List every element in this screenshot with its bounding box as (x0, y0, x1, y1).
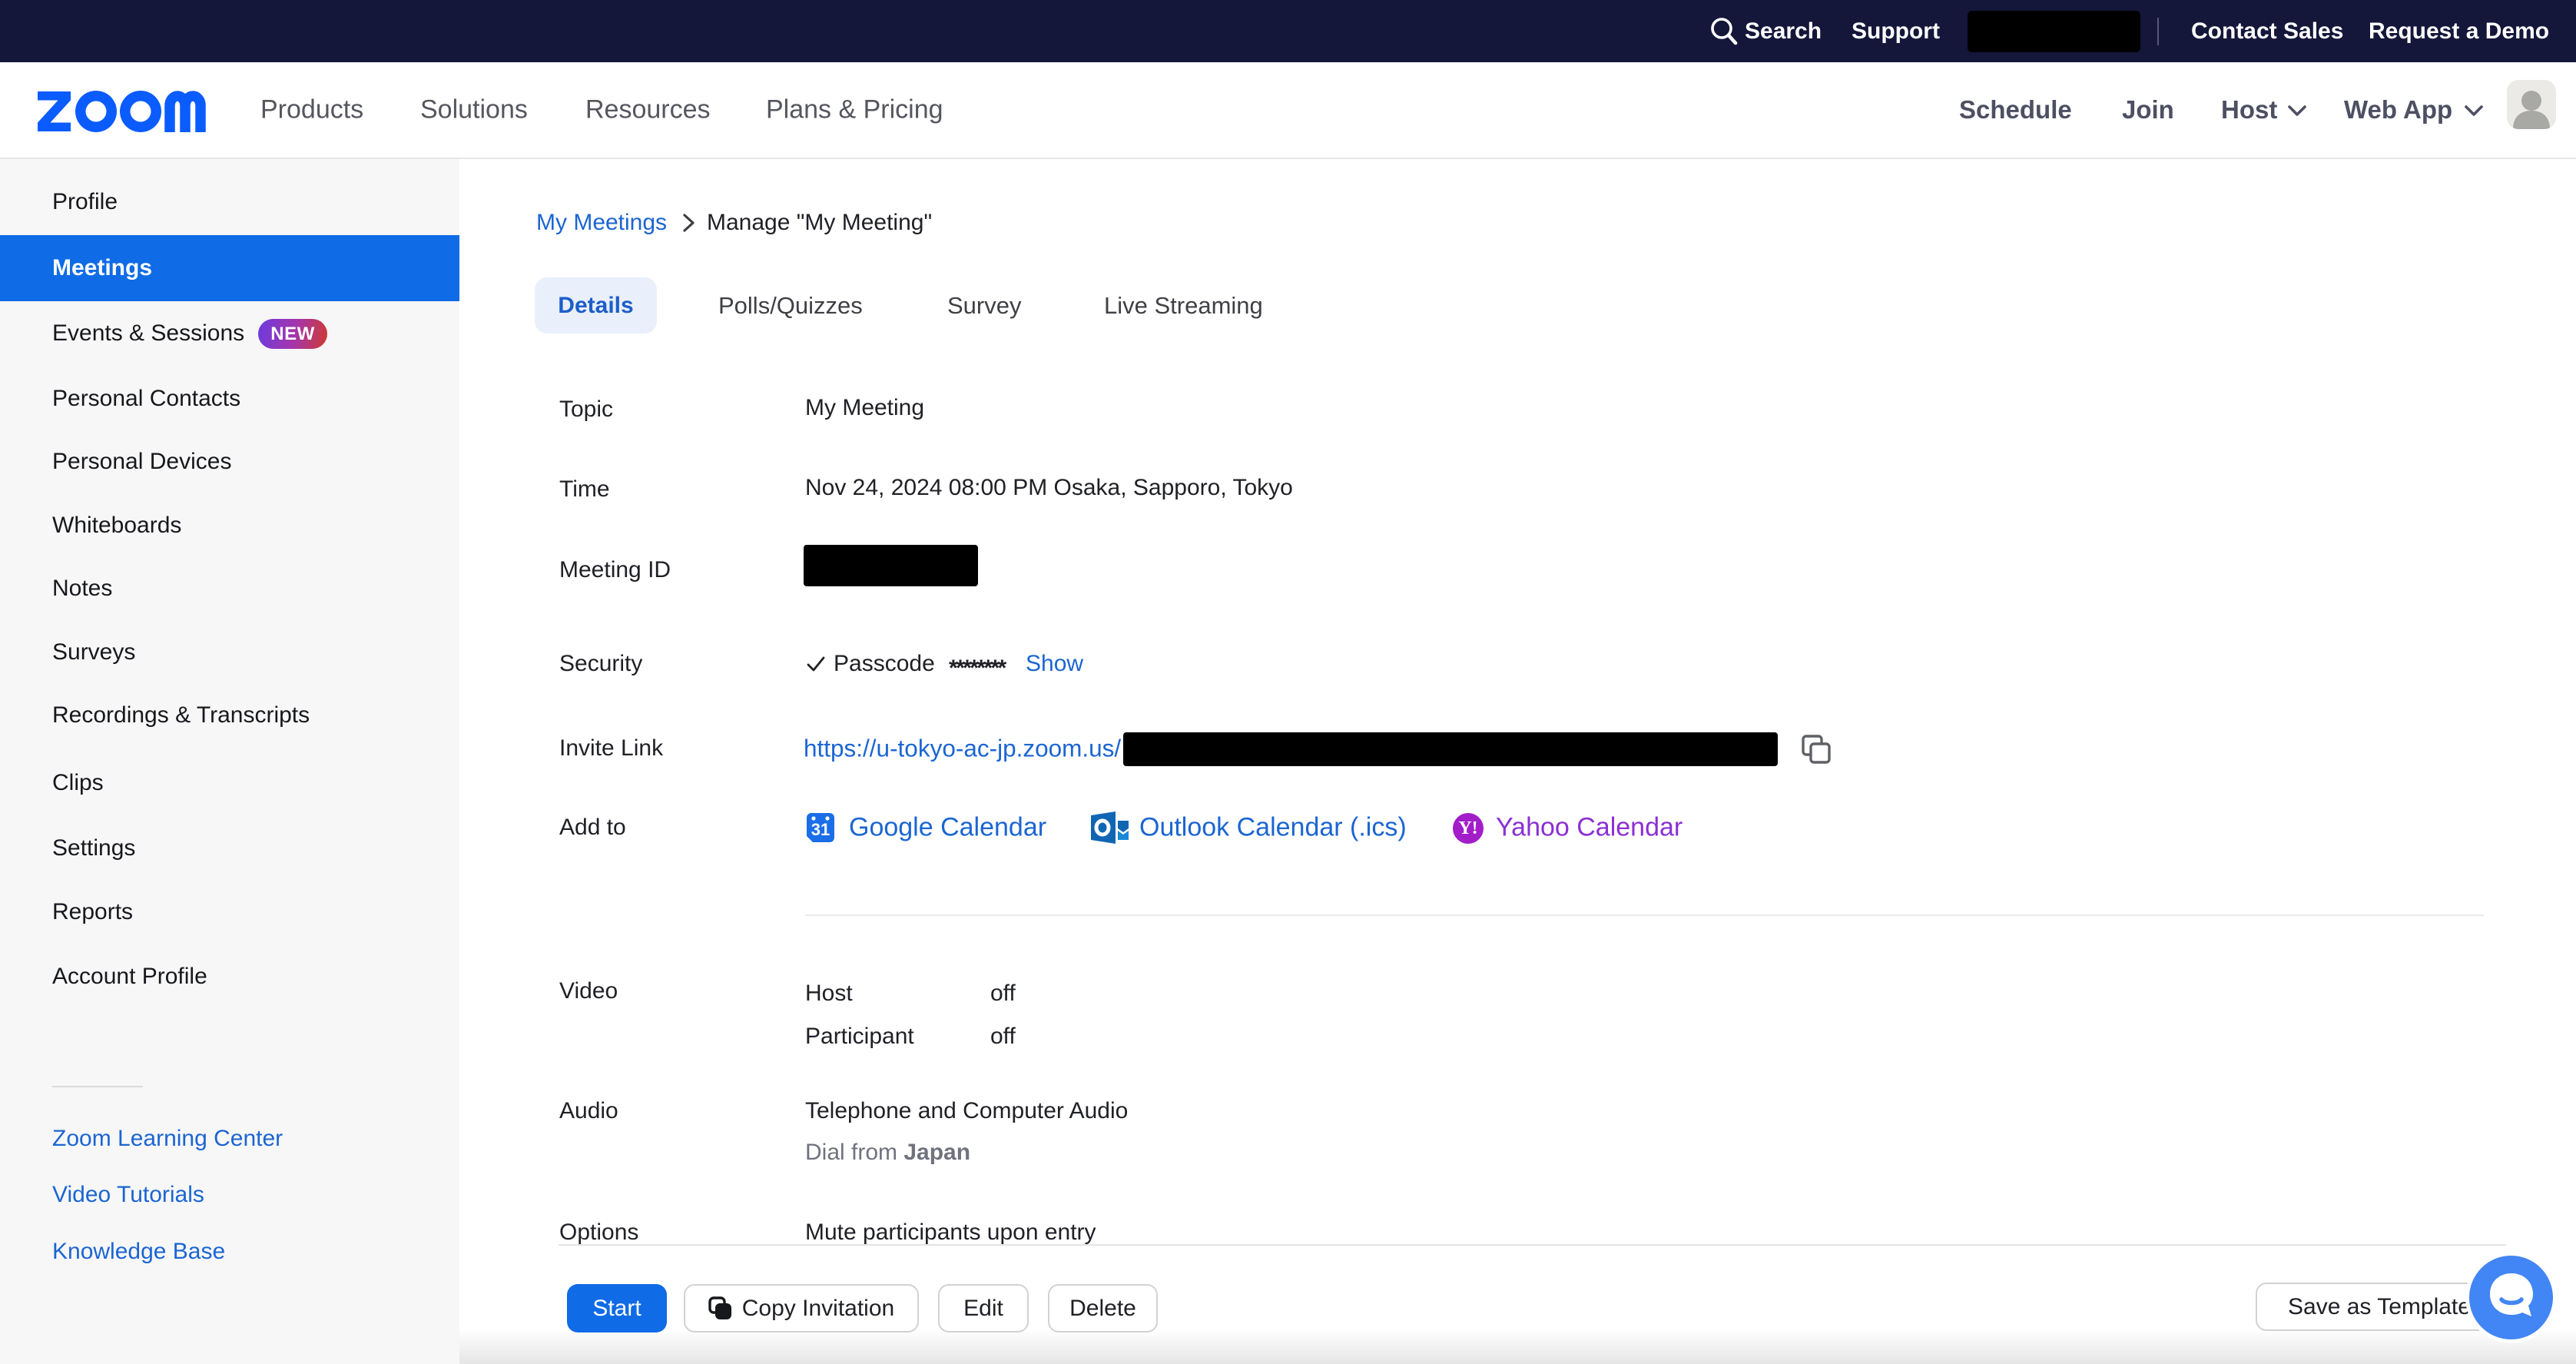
svg-text:31: 31 (811, 820, 830, 839)
